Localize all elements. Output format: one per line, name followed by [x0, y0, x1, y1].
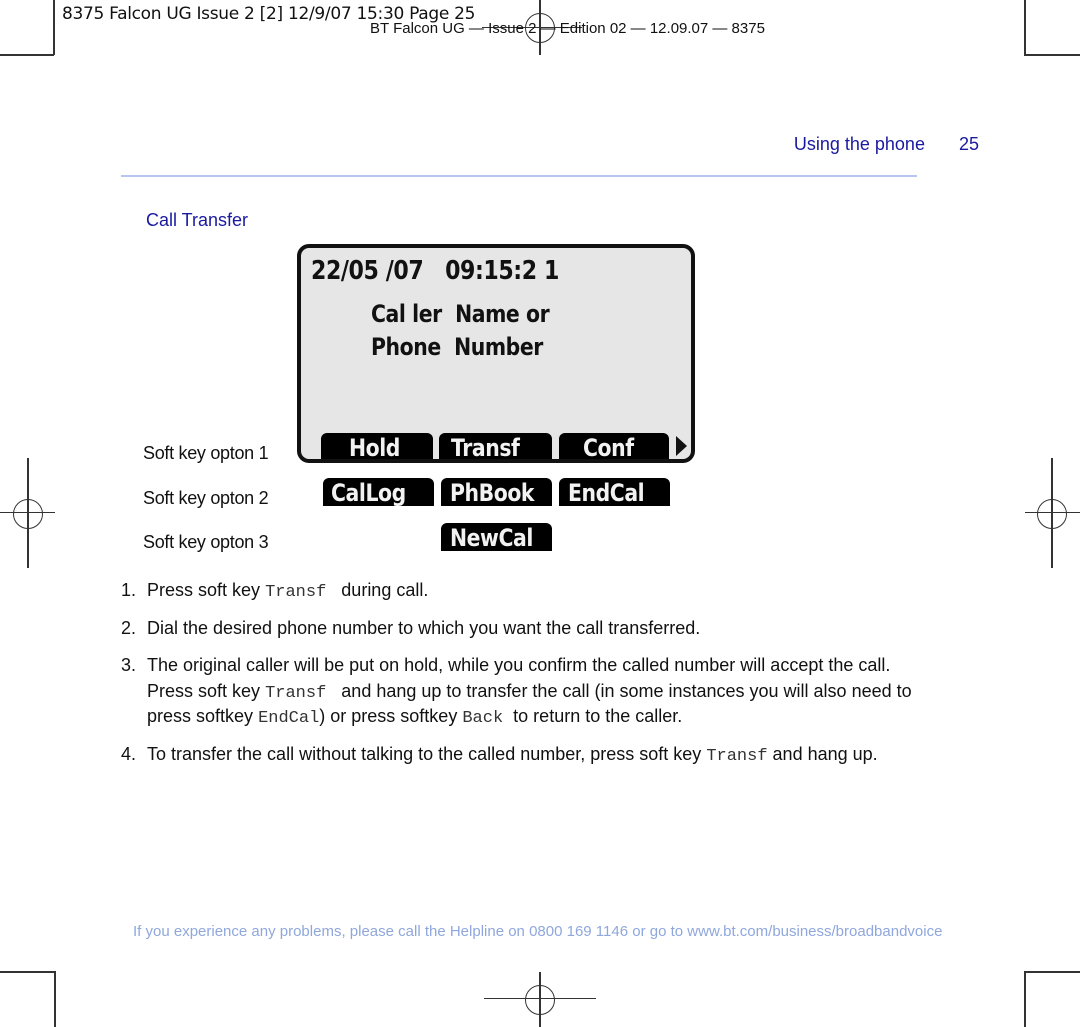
step-3-line-2: Press soft key Transf and hang up to tra…	[147, 681, 912, 703]
display-datetime: 22/05 /07 09:15:2 1	[311, 256, 559, 286]
softkey-option-3-label: Soft key opton 3	[143, 532, 269, 552]
crop-mark-bottom-right-h	[1024, 971, 1080, 973]
softkey-option-1-label: Soft key opton 1	[143, 443, 269, 463]
support-url[interactable]: www.bt.com/business/broadbandvoice	[687, 923, 942, 940]
crop-mark-top-left-v	[53, 0, 55, 55]
right-arrow-icon[interactable]	[676, 436, 687, 456]
step-2: 2. Dial the desired phone number to which…	[121, 618, 701, 638]
step-3-line-3: press softkey EndCal) or press softkey B…	[147, 706, 683, 728]
step-1: 1. Press soft key Transf during call.	[121, 580, 429, 602]
chapter-title: Using the phone	[793, 134, 925, 154]
running-header: Using the phone 25	[794, 134, 979, 155]
crop-mark-top-right-h	[1024, 54, 1080, 56]
softkey-hold[interactable]: Hold	[321, 433, 433, 459]
footer-helpline: If you experience any problems, please c…	[133, 923, 943, 940]
softkey-ref: EndCal	[258, 709, 320, 728]
crop-mark-top-left-h	[0, 54, 54, 56]
edition-line: BT Falcon UG — Issue 2 — Edition 02 — 12…	[370, 20, 765, 37]
softkey-ref: Transf	[265, 684, 327, 703]
page-number: 25	[958, 134, 979, 154]
helpline-number: 0800 169 1146	[529, 923, 629, 940]
softkey-ref: Back	[462, 709, 504, 728]
crop-mark-bottom-left-v	[54, 971, 56, 1027]
section-title: Call Transfer	[146, 210, 249, 230]
crop-mark-top-right-v	[1024, 0, 1026, 55]
step-4: 4. To transfer the call without talking t…	[121, 744, 878, 766]
softkey-option-2-label: Soft key opton 2	[143, 488, 269, 508]
phone-display: 22/05 /07 09:15:2 1 Cal ler Name or Phon…	[297, 244, 695, 463]
softkey-transfer[interactable]: Transf	[439, 433, 552, 459]
softkey-end-call[interactable]: EndCal	[559, 478, 670, 506]
display-caller-line2: Phone Number	[371, 333, 543, 361]
softkey-phonebook[interactable]: PhBook	[441, 478, 552, 506]
crop-mark-bottom-left-h	[0, 971, 55, 973]
crop-mark-bottom-right-v	[1024, 971, 1026, 1027]
softkey-new-call[interactable]: NewCal	[441, 523, 552, 551]
display-caller-line1: Cal ler Name or	[371, 300, 550, 328]
softkey-conference[interactable]: Conf	[559, 433, 669, 459]
header-divider	[121, 175, 917, 177]
softkey-ref: Transf	[706, 747, 768, 766]
softkey-call-log[interactable]: CalLog	[323, 478, 434, 506]
step-3: 3. The original caller will be put on hol…	[121, 655, 891, 675]
softkey-ref: Transf	[265, 583, 327, 602]
